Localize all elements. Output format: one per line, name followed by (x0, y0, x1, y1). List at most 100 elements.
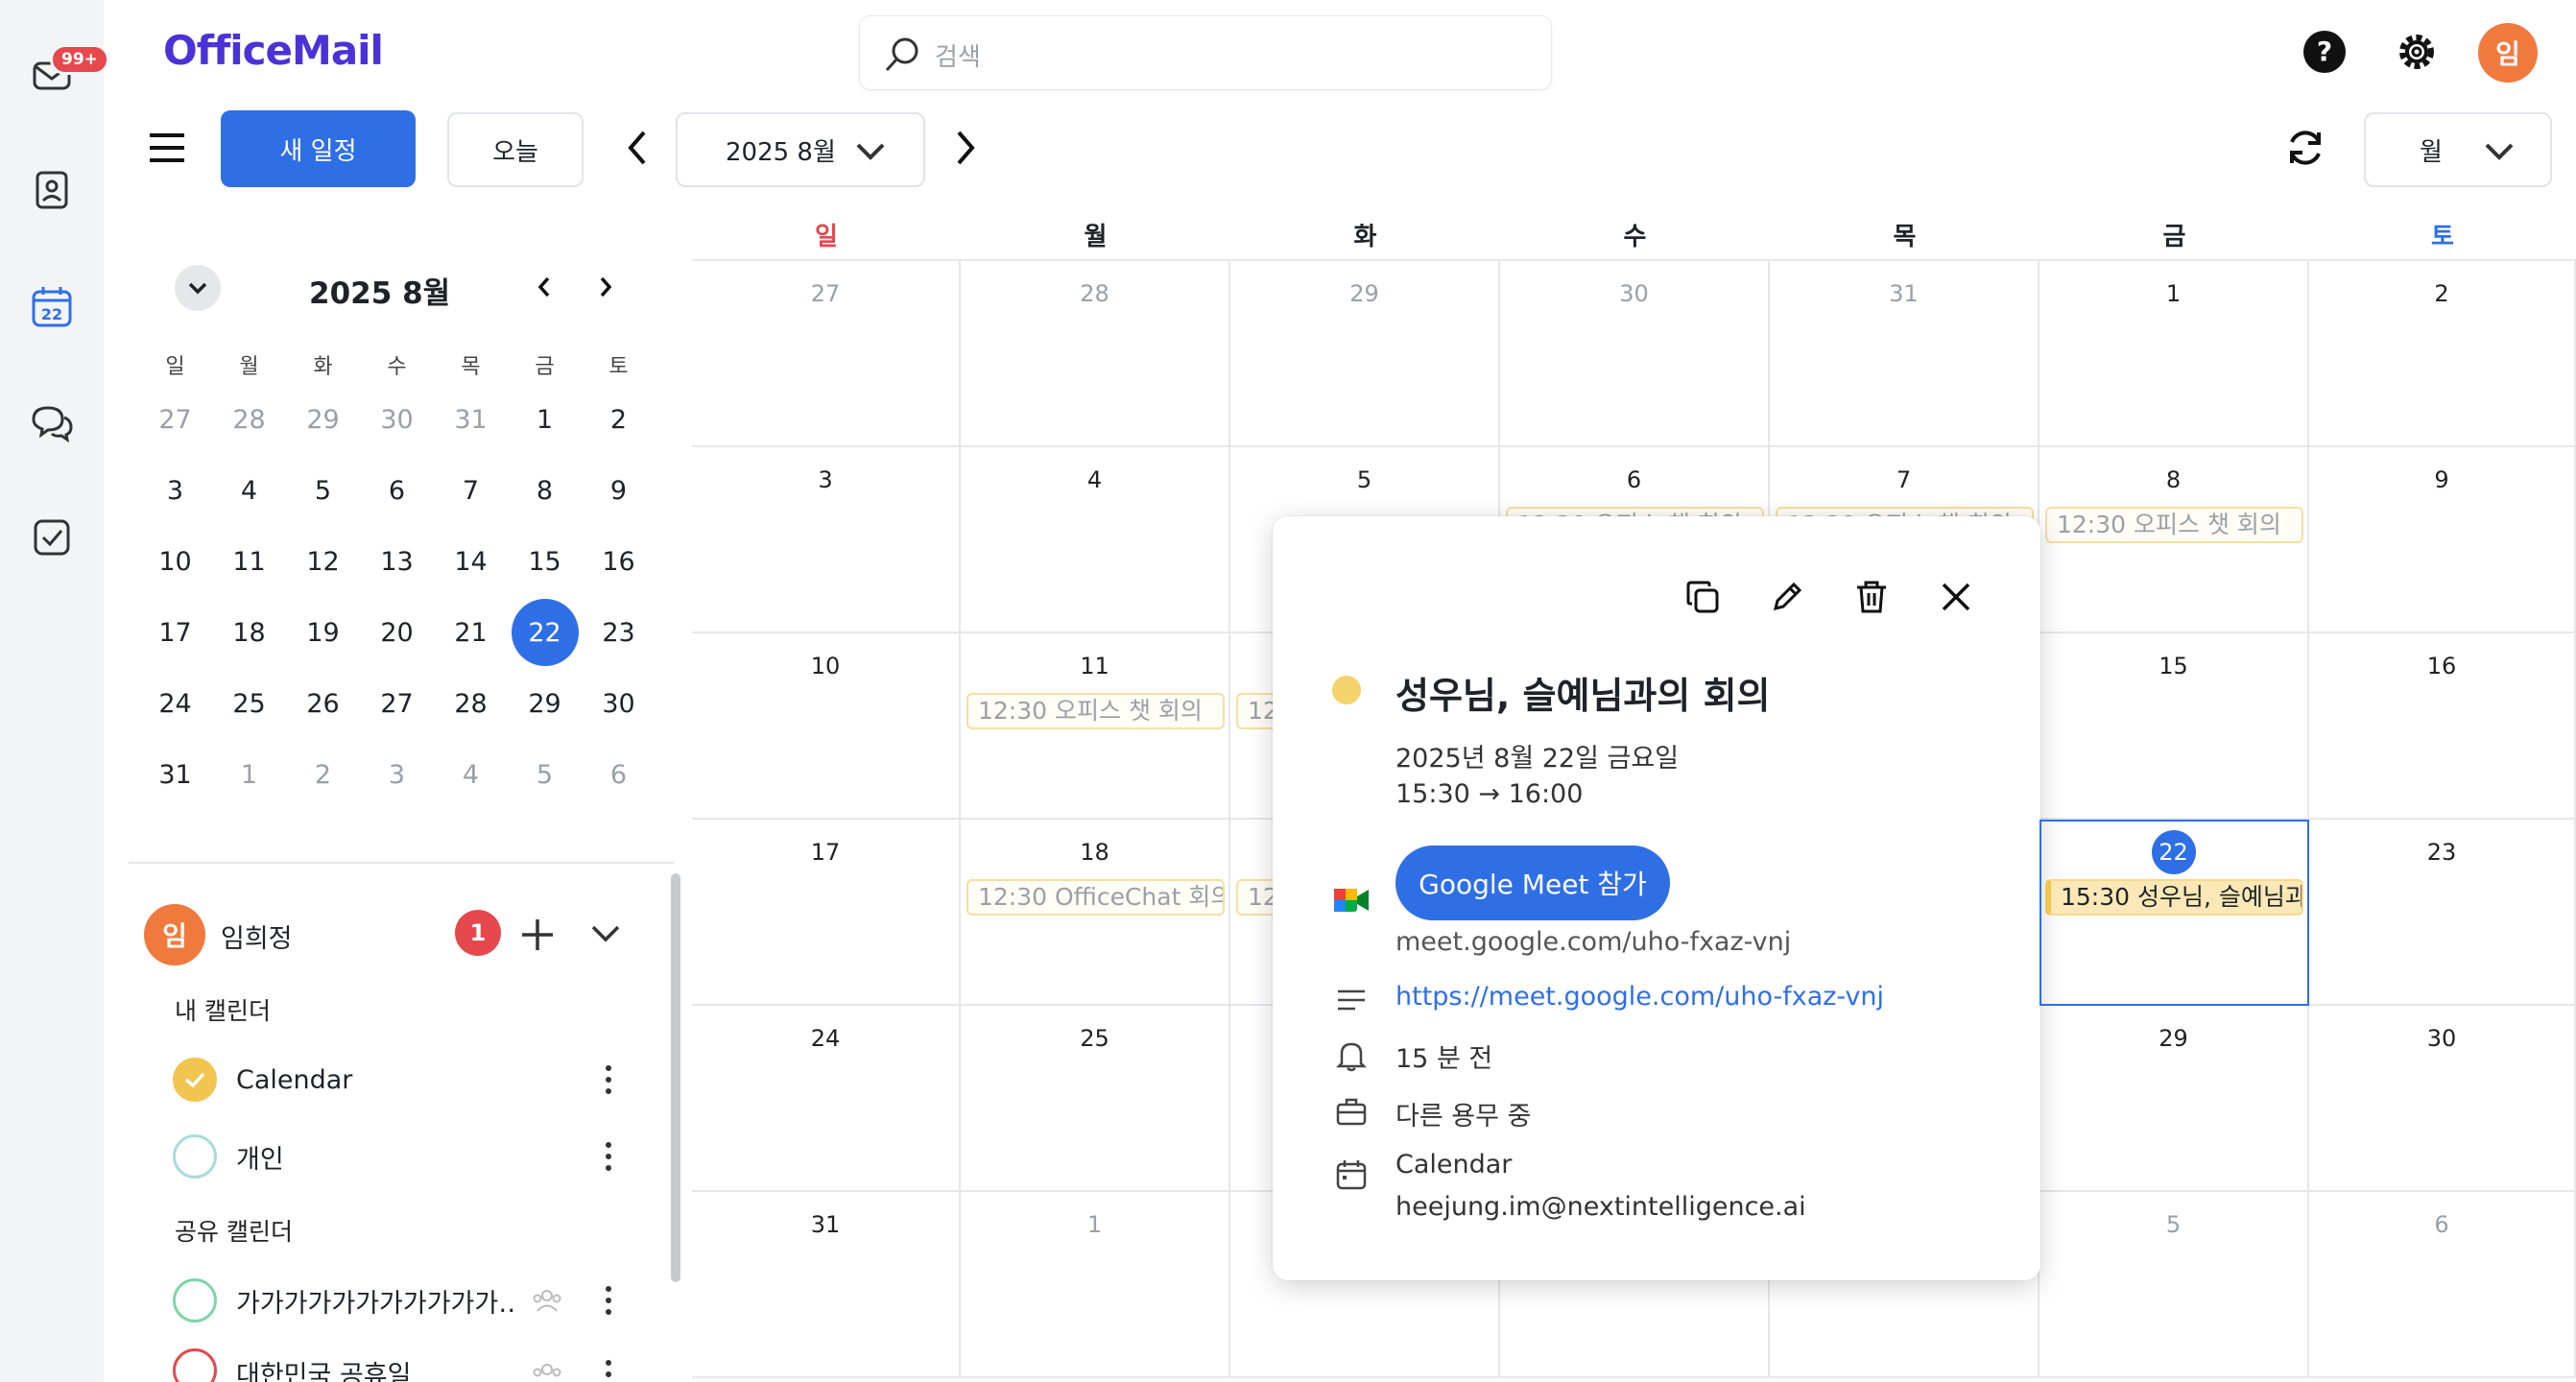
shared-calendar-item[interactable]: 대한민국 공휴일 (173, 1348, 411, 1382)
owner-collapse-button[interactable] (589, 921, 622, 948)
join-google-meet-button[interactable]: Google Meet 참가 (1395, 846, 1670, 920)
day-cell[interactable]: 1 (961, 1192, 1230, 1378)
settings-button[interactable] (2388, 23, 2445, 81)
day-cell[interactable]: 15 (2039, 633, 2309, 820)
today-button[interactable]: 오늘 (447, 112, 584, 187)
minical-day[interactable]: 31 (138, 739, 212, 810)
calendar-options-button[interactable] (595, 1132, 622, 1180)
minical-day[interactable]: 20 (360, 597, 434, 668)
day-cell[interactable]: 31 (1770, 261, 2039, 447)
today-day-number[interactable]: 22 (2151, 830, 2196, 874)
day-cell[interactable]: 6 (2309, 1192, 2576, 1378)
minical-day[interactable]: 30 (582, 668, 656, 739)
calendar-options-button[interactable] (595, 1276, 622, 1324)
shared-calendar-item[interactable]: 가가가가가가가가가가가… (173, 1276, 514, 1324)
day-cell[interactable]: 28 (961, 261, 1230, 447)
user-avatar[interactable]: 임 (2478, 23, 2538, 83)
minical-day[interactable]: 18 (212, 597, 286, 668)
minical-day[interactable]: 1 (508, 384, 582, 455)
minical-day[interactable]: 28 (212, 384, 286, 455)
my-calendar-item[interactable]: 개인 (173, 1132, 284, 1180)
minical-day[interactable]: 10 (138, 526, 212, 597)
calendar-checkbox[interactable] (173, 1058, 217, 1102)
minical-day[interactable]: 25 (212, 668, 286, 739)
minical-day[interactable]: 23 (582, 597, 656, 668)
minical-day[interactable]: 4 (212, 455, 286, 526)
event-chip[interactable]: 15:30 성우님, 슬예님과의 회의 (2045, 879, 2303, 916)
menu-button[interactable] (138, 119, 196, 177)
minical-day[interactable]: 29 (508, 668, 582, 739)
minical-day[interactable]: 2 (582, 384, 656, 455)
minical-day[interactable]: 8 (508, 455, 582, 526)
minical-day[interactable]: 13 (360, 526, 434, 597)
calendar-options-button[interactable] (595, 1056, 622, 1104)
sidebar-scrollbar[interactable] (671, 873, 680, 1282)
contacts-nav[interactable] (23, 161, 81, 219)
calendar-nav[interactable]: 22 (23, 278, 81, 336)
tasks-nav[interactable] (23, 509, 81, 566)
day-cell[interactable]: 25 (961, 1006, 1230, 1192)
minical-day[interactable]: 3 (360, 739, 434, 810)
search-box[interactable]: 검색 (859, 15, 1552, 90)
minical-day[interactable]: 1 (212, 739, 286, 810)
new-event-button[interactable]: 새 일정 (221, 110, 416, 187)
minical-day[interactable]: 4 (434, 739, 508, 810)
refresh-button[interactable] (2277, 119, 2334, 177)
event-chip[interactable]: 12:30 오피스 챗 회의 (966, 693, 1225, 729)
month-selector[interactable]: 2025 8월 (676, 112, 925, 187)
close-button[interactable] (1931, 572, 1981, 622)
minical-day[interactable]: 29 (286, 384, 360, 455)
my-calendar-item[interactable]: Calendar (173, 1056, 352, 1104)
calendar-options-button[interactable] (595, 1348, 622, 1382)
minical-day[interactable]: 5 (286, 455, 360, 526)
day-cell[interactable]: 31 (692, 1192, 961, 1378)
prev-month-button[interactable] (608, 119, 666, 177)
event-chip[interactable]: 12:30 오피스 챗 회의 (2045, 507, 2303, 543)
chat-nav[interactable] (23, 393, 81, 451)
duplicate-button[interactable] (1678, 572, 1728, 622)
minical-day[interactable]: 6 (360, 455, 434, 526)
day-cell[interactable]: 17 (692, 820, 961, 1006)
app-logo[interactable]: OfficeMail (163, 27, 384, 74)
calendar-checkbox[interactable] (173, 1348, 217, 1382)
minical-day[interactable]: 24 (138, 668, 212, 739)
calendar-checkbox[interactable] (173, 1278, 217, 1322)
day-cell[interactable]: 29 (1230, 261, 1500, 447)
minical-day[interactable]: 22 (508, 597, 582, 668)
minical-collapse-button[interactable] (175, 265, 221, 311)
minical-day[interactable]: 3 (138, 455, 212, 526)
minical-day[interactable]: 21 (434, 597, 508, 668)
calendar-checkbox[interactable] (173, 1134, 217, 1179)
minical-day[interactable]: 26 (286, 668, 360, 739)
day-cell[interactable]: 4 (961, 447, 1230, 633)
minical-day[interactable]: 15 (508, 526, 582, 597)
owner-notification-badge[interactable]: 1 (455, 910, 501, 956)
minical-day[interactable]: 5 (508, 739, 582, 810)
day-cell[interactable]: 3 (692, 447, 961, 633)
day-cell[interactable]: 1 (2039, 261, 2309, 447)
minical-day[interactable]: 9 (582, 455, 656, 526)
minical-day[interactable]: 2 (286, 739, 360, 810)
day-cell[interactable]: 30 (2309, 1006, 2576, 1192)
day-cell[interactable]: 30 (1500, 261, 1770, 447)
minical-day[interactable]: 17 (138, 597, 212, 668)
minical-day[interactable]: 27 (360, 668, 434, 739)
minical-day[interactable]: 7 (434, 455, 508, 526)
delete-button[interactable] (1847, 572, 1896, 622)
minical-selected-day[interactable]: 22 (511, 599, 579, 666)
next-month-button[interactable] (937, 119, 994, 177)
day-cell[interactable]: 16 (2309, 633, 2576, 820)
minical-day[interactable]: 31 (434, 384, 508, 455)
add-calendar-button[interactable] (518, 916, 557, 958)
minical-next-button[interactable] (589, 271, 622, 303)
day-cell[interactable]: 5 (2039, 1192, 2309, 1378)
day-cell[interactable]: 27 (692, 261, 961, 447)
day-cell[interactable]: 24 (692, 1006, 961, 1192)
minical-prev-button[interactable] (528, 271, 561, 303)
minical-day[interactable]: 28 (434, 668, 508, 739)
minical-day[interactable]: 27 (138, 384, 212, 455)
meet-link[interactable]: https://meet.google.com/uho-fxaz-vnj (1395, 982, 1884, 1012)
help-button[interactable]: ? (2296, 23, 2353, 81)
minical-day[interactable]: 6 (582, 739, 656, 810)
edit-button[interactable] (1762, 572, 1812, 622)
